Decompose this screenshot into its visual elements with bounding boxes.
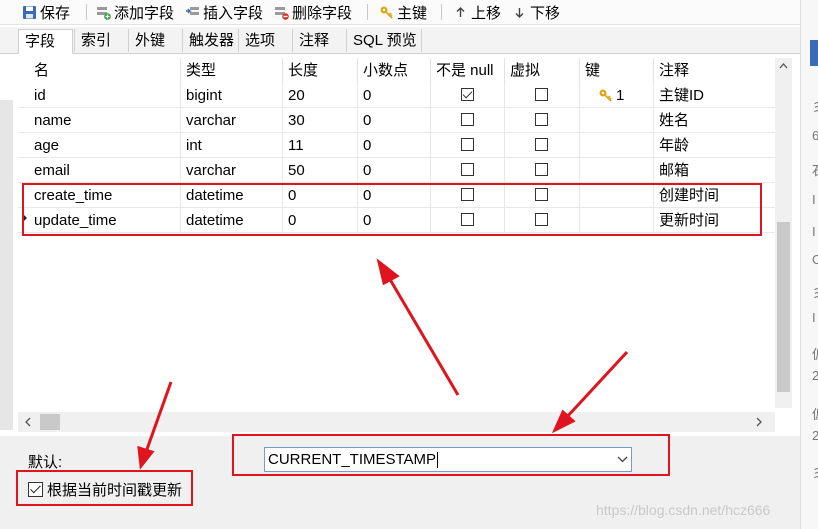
annotation-arrowhead [376,258,400,286]
annotation-arrows [137,258,629,470]
annotation-arrowhead [137,445,155,470]
annotation-arrow-checkbox [144,381,173,453]
annotation-arrow-up [386,275,460,396]
annotation-arrow-down [564,350,629,420]
